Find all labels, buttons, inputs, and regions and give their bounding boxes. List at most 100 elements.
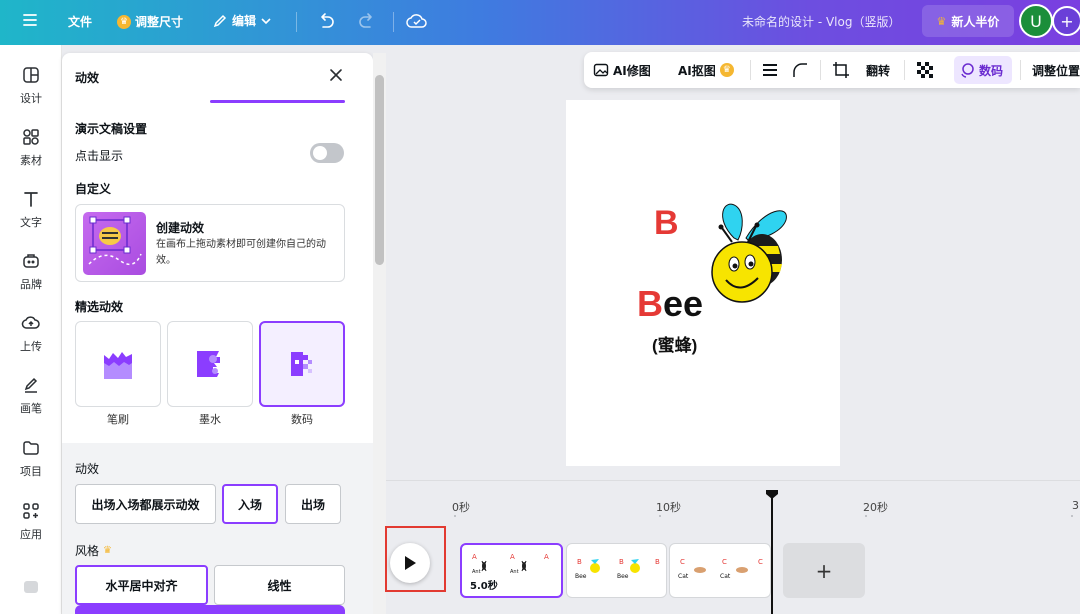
effect-ink[interactable] <box>167 321 253 407</box>
redo-button[interactable] <box>357 11 377 31</box>
rail-item-projects[interactable]: 项目 <box>0 438 62 479</box>
cloud-upload-icon <box>21 316 40 329</box>
edit-menu[interactable]: 编辑 <box>212 12 272 29</box>
flip-button[interactable]: 翻转 <box>866 52 890 88</box>
resize-button[interactable]: ♛ 调整尺寸 <box>117 13 183 30</box>
file-menu[interactable]: 文件 <box>68 13 92 30</box>
svg-text:Ant: Ant <box>472 569 481 575</box>
digital-animation-button[interactable]: 数码 <box>959 52 1003 88</box>
timeline-clip-1[interactable]: A Ant A Ant A 5.0秒 <box>460 543 563 598</box>
rail-item-draw[interactable]: 画笔 <box>0 375 62 416</box>
rail-item-brand[interactable]: 品牌 <box>0 251 62 292</box>
tick-label-20: 20秒 <box>863 501 888 514</box>
timeline-clip-2[interactable]: B Bee B Bee B <box>566 543 667 598</box>
document-title[interactable]: 未命名的设计 - Vlog（竖版） <box>742 13 900 30</box>
rail-item-text[interactable]: 文字 <box>0 189 62 230</box>
clip-thumbnail: B Bee B Bee B <box>575 558 660 580</box>
word-bee[interactable]: Bee <box>637 283 703 325</box>
border-style-button[interactable] <box>762 52 778 88</box>
clip-duration: 5.0秒 <box>470 581 498 592</box>
chevron-down-icon <box>261 17 271 24</box>
crop-button[interactable] <box>832 52 850 88</box>
playhead-handle[interactable] <box>766 490 778 499</box>
effect-label: 笔刷 <box>107 413 129 426</box>
design-page[interactable]: B Bee (蜜蜂) <box>566 100 840 466</box>
rail-item-more[interactable] <box>0 577 62 597</box>
new-user-label: 新人半价 <box>951 14 1000 29</box>
add-page-button[interactable]: + <box>783 543 865 598</box>
avatar[interactable]: U <box>1019 4 1053 38</box>
svg-text:A: A <box>510 553 515 561</box>
tick-label-10: 10秒 <box>656 501 681 514</box>
tick-label-30: 3 <box>1072 499 1079 512</box>
create-animation-description: 在画布上拖动素材即可创建你自己的动效。 <box>156 239 326 266</box>
playhead[interactable] <box>771 491 773 614</box>
new-user-offer-button[interactable]: ♛ 新人半价 <box>922 5 1014 37</box>
enter-button[interactable]: 入场 <box>222 484 278 524</box>
close-button[interactable] <box>326 65 346 85</box>
rail-label: 设计 <box>20 92 42 105</box>
word-translation[interactable]: (蜜蜂) <box>652 331 697 356</box>
cloud-check-icon <box>406 14 427 28</box>
crown-icon: ♛ <box>936 14 947 28</box>
rail-item-apps[interactable]: 应用 <box>0 501 62 542</box>
svg-text:C: C <box>758 558 763 566</box>
featured-effects-heading: 精选动效 <box>75 300 124 314</box>
digital-effect-icon <box>291 352 312 376</box>
rail-item-upload[interactable]: 上传 <box>0 313 62 354</box>
apps-icon <box>23 503 39 519</box>
rail-item-design[interactable]: 设计 <box>0 65 62 106</box>
cloud-save-button[interactable] <box>406 11 428 31</box>
checkerboard-icon <box>917 62 933 78</box>
timeline-clip-3[interactable]: C Cat C Cat C <box>669 543 771 598</box>
file-label: 文件 <box>68 15 93 29</box>
effect-label: 墨水 <box>199 413 221 426</box>
svg-text:C: C <box>722 558 727 566</box>
undo-button[interactable] <box>316 11 336 31</box>
scrollbar-thumb[interactable] <box>375 75 384 265</box>
ai-cutout-button[interactable]: AI抠图 ♛ <box>678 52 734 88</box>
rail-label: 应用 <box>20 528 42 541</box>
create-animation-card[interactable]: 创建动效 在画布上拖动素材即可创建你自己的动效。 <box>75 204 345 282</box>
rail-label: 项目 <box>20 465 42 478</box>
create-animation-title: 创建动效 <box>156 221 205 235</box>
rail-label: 画笔 <box>20 402 42 415</box>
adjust-position-button[interactable]: 调整位置 <box>1032 52 1080 88</box>
resize-label: 调整尺寸 <box>135 15 184 29</box>
style-center-align-button[interactable]: 水平居中对齐 <box>75 565 208 605</box>
folder-icon <box>23 441 39 455</box>
add-collaborator-button[interactable]: + <box>1052 6 1080 36</box>
crop-icon <box>833 62 849 78</box>
bee-illustration[interactable] <box>704 198 794 310</box>
click-show-label: 点击显示 <box>75 149 124 163</box>
ai-edit-label: AI修图 <box>613 63 651 78</box>
close-icon <box>330 69 342 81</box>
text-icon <box>24 192 38 207</box>
word-first-letter: B <box>637 283 663 324</box>
effect-label: 数码 <box>291 413 313 426</box>
transparency-button[interactable] <box>916 52 934 88</box>
menu-icon[interactable] <box>22 12 38 28</box>
ai-edit-button[interactable]: AI修图 <box>593 52 651 88</box>
exit-button[interactable]: 出场 <box>285 484 341 524</box>
crown-icon: ♛ <box>103 545 112 556</box>
undo-icon <box>321 13 334 28</box>
letter-heading[interactable]: B <box>654 204 679 243</box>
ai-cutout-label: AI抠图 <box>678 63 716 78</box>
effect-digital[interactable] <box>259 321 345 407</box>
rail-label: 品牌 <box>20 278 42 291</box>
top-bar: 文件 ♛ 调整尺寸 编辑 未命名的设计 - Vlog（竖版） ♛ 新人半价 U … <box>0 0 1080 45</box>
effect-brush[interactable] <box>75 321 161 407</box>
show-both-button[interactable]: 出场入场都展示动效 <box>75 484 216 524</box>
svg-text:A: A <box>472 553 477 561</box>
time-ruler[interactable] <box>454 515 1078 517</box>
play-button[interactable] <box>390 543 430 583</box>
line-weight-icon <box>763 64 777 76</box>
style-linear-button[interactable]: 线性 <box>214 565 345 605</box>
rail-item-elements[interactable]: 素材 <box>0 127 62 168</box>
panel-title: 动效 <box>75 71 100 85</box>
svg-text:A: A <box>544 553 549 561</box>
click-show-toggle[interactable] <box>310 143 344 163</box>
corner-rounding-button[interactable] <box>792 52 808 88</box>
apply-button[interactable] <box>75 605 345 614</box>
